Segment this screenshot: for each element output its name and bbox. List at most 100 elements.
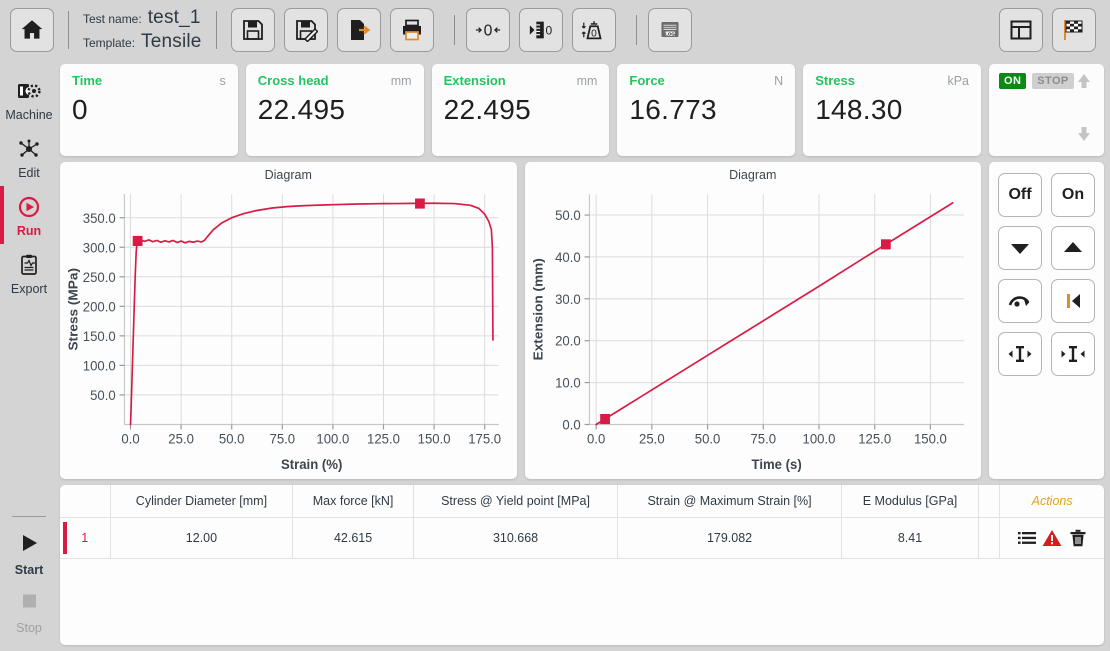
card-value: 22.495	[258, 94, 412, 126]
extension-time-chart[interactable]: 0.025.050.075.0100.0125.0150.00.010.020.…	[529, 184, 978, 477]
top-toolbar: Test name: test_1 Template: Tensile	[0, 0, 1110, 60]
svg-text:50.0: 50.0	[694, 431, 720, 446]
col-actions: Actions	[1000, 485, 1104, 518]
test-name-value: test_1	[148, 7, 201, 29]
delete-trash-icon[interactable]	[1069, 529, 1087, 547]
results-table: Cylinder Diameter [mm] Max force [kN] St…	[60, 485, 1104, 645]
save-button[interactable]	[231, 8, 275, 52]
sidebar-item-label: Edit	[18, 166, 40, 180]
template-label: Template:	[83, 36, 135, 50]
checkered-flag-icon	[1061, 18, 1087, 42]
svg-text:10.0: 10.0	[555, 375, 581, 390]
export-clipboard-icon	[16, 251, 42, 279]
toolbar-divider-3	[454, 15, 455, 45]
sidebar-item-machine[interactable]: Machine	[0, 70, 58, 128]
svg-text:175.0: 175.0	[468, 431, 501, 446]
finish-button[interactable]	[1052, 8, 1096, 52]
card-label: Force	[629, 73, 664, 88]
home-button[interactable]	[10, 8, 54, 52]
svg-text:0: 0	[483, 23, 492, 40]
machine-control-panel: Off On	[989, 162, 1104, 479]
extension-time-panel: Diagram 0.025.050.075.0100.0125.0150.00.…	[525, 162, 982, 479]
on-button[interactable]: On	[1051, 173, 1095, 217]
sidebar-run-controls: Start Stop	[0, 516, 58, 641]
go-to-start-button[interactable]	[1051, 279, 1095, 323]
svg-text:0.0: 0.0	[121, 431, 139, 446]
log-button[interactable]: LOG	[648, 8, 692, 52]
card-label: Extension	[444, 73, 506, 88]
card-value: 22.495	[444, 94, 598, 126]
start-button[interactable]: Start	[0, 525, 58, 583]
svg-text:Strain (%): Strain (%)	[281, 457, 342, 472]
test-info: Test name: test_1 Template: Tensile	[83, 7, 202, 53]
print-icon	[400, 18, 424, 42]
grip-close-button[interactable]	[1051, 332, 1095, 376]
card-label: Stress	[815, 73, 855, 88]
svg-text:50.0: 50.0	[555, 208, 581, 223]
stress-strain-chart[interactable]: 0.025.050.075.0100.0125.0150.0175.050.01…	[64, 184, 513, 477]
col-stress-yield: Stress @ Yield point [MPa]	[413, 485, 618, 518]
svg-text:0.0: 0.0	[586, 431, 604, 446]
chart-title: Diagram	[529, 168, 978, 182]
arrow-up-icon[interactable]	[1076, 73, 1092, 108]
readout-card-stress: Stress kPa 148.30	[803, 64, 981, 156]
cell-spare	[979, 518, 1000, 559]
return-button[interactable]	[998, 279, 1042, 323]
svg-text:50.0: 50.0	[90, 388, 116, 403]
svg-text:LOG: LOG	[665, 31, 675, 36]
zero-force-button[interactable]: 0	[572, 8, 616, 52]
sidebar-item-edit[interactable]: Edit	[0, 128, 58, 186]
main-content: Time s 0 Cross head mm 22.495 Extension …	[58, 60, 1110, 651]
svg-text:Time (s): Time (s)	[751, 457, 801, 472]
svg-text:0: 0	[545, 24, 552, 38]
layout-button[interactable]	[999, 8, 1043, 52]
machine-icon	[16, 77, 42, 105]
details-list-icon[interactable]	[1018, 530, 1036, 546]
svg-text:350.0: 350.0	[83, 211, 116, 226]
export-button[interactable]	[337, 8, 381, 52]
warning-icon[interactable]	[1042, 529, 1062, 547]
svg-text:100.0: 100.0	[83, 358, 116, 373]
svg-text:200.0: 200.0	[83, 299, 116, 314]
sidebar-item-label: Machine	[5, 108, 52, 122]
card-unit: mm	[391, 74, 412, 88]
card-value: 0	[72, 94, 226, 126]
svg-text:25.0: 25.0	[639, 431, 665, 446]
move-up-button[interactable]	[1051, 226, 1095, 270]
start-label: Start	[15, 563, 43, 577]
save-as-button[interactable]	[284, 8, 328, 52]
table-row[interactable]: 1 12.00 42.615 310.668 179.082 8.41	[60, 518, 1104, 559]
zero-extension-button[interactable]: 0	[519, 8, 563, 52]
card-unit: N	[774, 74, 783, 88]
sidebar-item-label: Export	[11, 282, 47, 296]
card-label: Time	[72, 73, 102, 88]
card-value: 16.773	[629, 94, 783, 126]
sidebar-item-run[interactable]: Run	[0, 186, 58, 244]
move-down-button[interactable]	[998, 226, 1042, 270]
off-button[interactable]: Off	[998, 173, 1042, 217]
grip-open-button[interactable]	[998, 332, 1042, 376]
sidebar-divider	[12, 516, 46, 517]
status-badge-on: ON	[999, 73, 1026, 89]
grip-close-icon	[1060, 343, 1086, 365]
home-icon	[19, 17, 45, 43]
cell-strain-max: 179.082	[618, 518, 841, 559]
cell-cylinder-diameter: 12.00	[110, 518, 293, 559]
cell-actions	[1000, 518, 1104, 559]
svg-text:20.0: 20.0	[555, 334, 581, 349]
skip-back-icon	[1061, 290, 1085, 312]
stop-label: Stop	[16, 621, 42, 635]
print-button[interactable]	[390, 8, 434, 52]
card-label: Cross head	[258, 73, 329, 88]
svg-text:0: 0	[591, 29, 597, 40]
readout-card-time: Time s 0	[60, 64, 238, 156]
table-header-row: Cylinder Diameter [mm] Max force [kN] St…	[60, 485, 1104, 518]
export-icon	[347, 18, 371, 42]
chart-title: Diagram	[64, 168, 513, 182]
zero-button[interactable]: 0	[466, 8, 510, 52]
toolbar-divider-2	[216, 11, 217, 49]
arrow-down-icon[interactable]	[1076, 112, 1092, 147]
weight-zero-icon: 0	[581, 18, 607, 42]
stop-button[interactable]: Stop	[0, 583, 58, 641]
sidebar-item-export[interactable]: Export	[0, 244, 58, 302]
